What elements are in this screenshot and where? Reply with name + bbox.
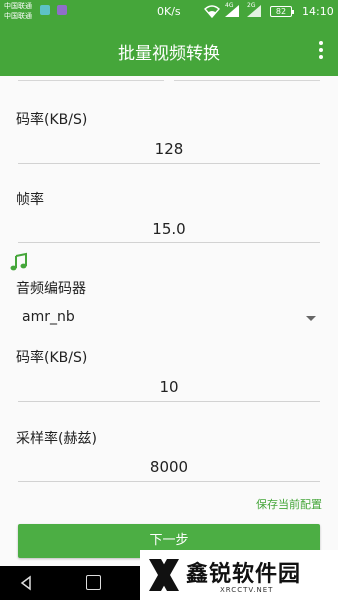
carrier-name-1: 中国联通 — [4, 2, 32, 10]
audio-bitrate-underline — [18, 401, 320, 402]
signal-strength-icon-2 — [247, 5, 261, 17]
audio-bitrate-label: 码率(KB/S) — [16, 350, 88, 366]
samplerate-underline — [18, 481, 320, 482]
status-bar: 中国联通 中国联通 0K/s 4G 2G 82 14:10 — [0, 0, 338, 24]
network-speed: 0K/s — [157, 5, 181, 18]
samplerate-label: 采样率(赫兹) — [16, 431, 97, 447]
app-bar: 批量视频转换 — [0, 24, 338, 76]
audio-encoder-select[interactable]: amr_nb — [16, 305, 320, 331]
page-title: 批量视频转换 — [118, 44, 220, 64]
overflow-menu-icon[interactable] — [318, 41, 324, 59]
signal-strength-icon — [225, 5, 239, 17]
previous-field-underline — [18, 80, 164, 81]
previous-field-underline-2 — [174, 80, 320, 81]
watermark-url: XRCCTV.NET — [220, 586, 274, 594]
music-note-icon — [10, 252, 27, 271]
dropdown-arrow-icon — [306, 316, 316, 321]
audio-encoder-label: 音频编码器 — [16, 281, 86, 297]
video-bitrate-label: 码率(KB/S) — [16, 112, 88, 128]
samplerate-input[interactable]: 8000 — [18, 458, 320, 476]
notification-app-icon-2 — [57, 5, 67, 15]
framerate-underline — [18, 242, 320, 243]
wifi-icon — [204, 5, 220, 18]
notification-app-icon — [40, 5, 50, 15]
clock: 14:10 — [302, 5, 334, 18]
back-icon[interactable] — [18, 575, 34, 591]
watermark-logo: 鑫锐软件园 XRCCTV.NET — [140, 550, 338, 600]
audio-bitrate-input[interactable]: 10 — [18, 378, 320, 396]
recent-apps-icon[interactable] — [86, 575, 101, 590]
battery-icon: 82 — [270, 6, 294, 17]
video-bitrate-underline — [18, 163, 320, 164]
battery-level: 82 — [275, 7, 287, 16]
carrier-name-2: 中国联通 — [4, 12, 32, 20]
framerate-input[interactable]: 15.0 — [18, 220, 320, 238]
video-bitrate-input[interactable]: 128 — [18, 140, 320, 158]
audio-encoder-value: amr_nb — [22, 309, 75, 325]
framerate-label: 帧率 — [16, 192, 44, 208]
watermark-name: 鑫锐软件园 — [186, 562, 302, 587]
watermark-x-icon — [149, 559, 179, 591]
save-config-link[interactable]: 保存当前配置 — [256, 496, 322, 512]
carrier-info: 中国联通 中国联通 — [4, 1, 32, 21]
